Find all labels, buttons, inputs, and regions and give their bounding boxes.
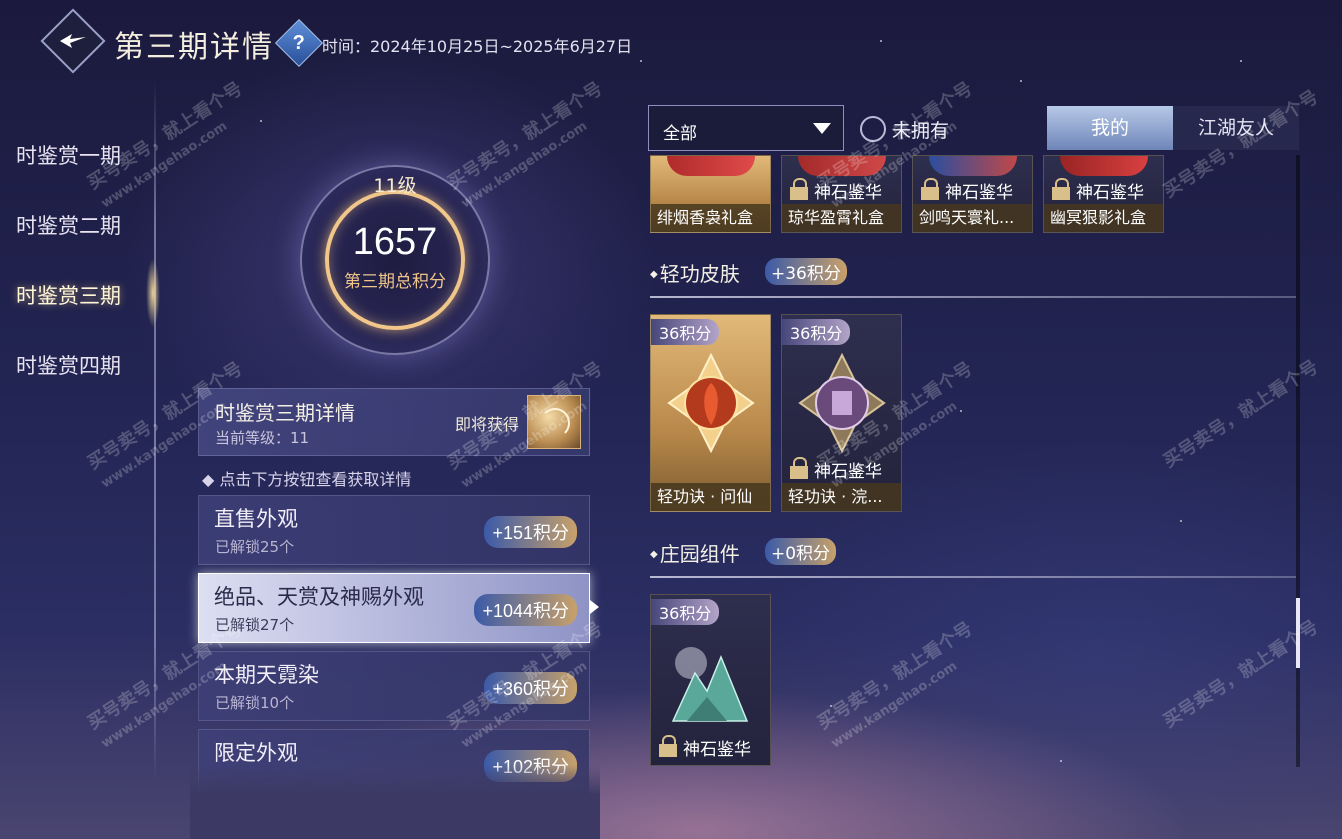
scrollbar-thumb[interactable] [1296,598,1300,668]
category-unlocked: 已解锁10个 [215,694,295,712]
lock-icon [1052,178,1070,200]
soon-label: 即将获得 [454,415,519,434]
category-row-direct-sale[interactable]: 直售外观 已解锁25个 +151积分 [198,495,590,565]
category-name: 本期天霓染 [214,663,319,687]
section-title-text: 庄园组件 [659,542,740,566]
hint-text: ◆ 点击下方按钮查看获取详情 [202,470,412,489]
detail-title: 时鉴赏三期详情 [215,401,355,425]
item-card[interactable]: 36积分 神石鉴华 轻功诀 · 浣... [781,314,902,512]
phase-detail-card[interactable]: 时鉴赏三期详情 当前等级：11 即将获得 [198,388,590,456]
selected-arrow-icon [590,600,599,614]
chevron-down-icon [813,123,831,134]
item-art [1060,156,1148,176]
item-name: 琼华盈霄礼盒 [782,204,901,232]
category-points: +1044积分 [474,594,577,626]
back-button[interactable] [40,8,106,74]
watermark-url: www.kangehao.com [828,658,961,752]
item-source: 神石鉴华 [945,183,1013,203]
list-fade [190,765,600,839]
category-unlocked: 已解锁27个 [215,616,295,634]
period-text: 时间：2024年10月25日~2025年6月27日 [322,37,633,56]
qinggong-emblem-icon [667,353,755,453]
category-row-dye[interactable]: 本期天霓染 已解锁10个 +360积分 [198,651,590,721]
unowned-radio[interactable] [860,116,886,142]
item-source: 神石鉴华 [683,740,751,760]
category-name: 绝品、天赏及神赐外观 [214,585,424,609]
question-icon[interactable]: ? [274,18,324,68]
scrollbar-track[interactable] [1296,155,1300,767]
item-card[interactable]: 绯烟香袅礼盒 [650,155,771,233]
total-score: 1657 [352,221,438,263]
item-points-tag: 36积分 [651,599,720,625]
item-name: 剑鸣天寰礼... [913,204,1032,232]
category-name: 直售外观 [214,507,298,531]
item-points-tag: 36积分 [782,319,851,345]
lock-icon [790,178,808,200]
item-card[interactable]: 神石鉴华 幽冥狠影礼盒 [1043,155,1164,233]
section-divider [650,296,1296,298]
item-source: 神石鉴华 [814,183,882,203]
unowned-label: 未拥有 [892,120,950,142]
item-source: 神石鉴华 [1076,183,1144,203]
manor-component-icon [671,647,749,722]
filter-dropdown[interactable]: 全部 [648,105,844,151]
category-points: +151积分 [484,516,577,548]
item-points-tag: 36积分 [651,319,720,345]
item-card[interactable]: 36积分 轻功诀 · 问仙 [650,314,771,512]
category-name: 限定外观 [214,741,298,765]
watermark: 买号卖号，就上看个号 www.kangehao.com [812,615,989,752]
active-nav-glow [146,258,160,328]
category-row-premium[interactable]: 绝品、天赏及神赐外观 已解锁27个 +1044积分 [198,573,590,643]
upcoming-reward-icon[interactable] [527,395,581,449]
lock-icon [790,457,808,479]
category-unlocked: 已解锁25个 [215,538,295,556]
item-art [667,156,755,176]
section-title-qinggong: ◆ 轻功皮肤 [650,262,740,286]
item-name: 绯烟香袅礼盒 [651,204,770,232]
nav-item-phase-2[interactable]: 时鉴赏二期 [16,210,121,240]
watermark-text: 买号卖号，就上看个号 [813,618,977,734]
qinggong-emblem-icon [798,353,886,453]
filter-value: 全部 [663,124,697,144]
level-ring: 11级 1657 第三期总积分 [300,165,490,355]
item-card[interactable]: 36积分 神石鉴华 [650,594,771,766]
item-art [798,156,886,176]
category-points: +360积分 [484,672,577,704]
tab-mine[interactable]: 我的 [1047,106,1173,150]
item-card[interactable]: 神石鉴华 琼华盈霄礼盒 [781,155,902,233]
nav-divider [154,80,156,780]
score-caption: 第三期总积分 [344,272,446,292]
tab-friends[interactable]: 江湖友人 [1173,106,1299,150]
item-name: 轻功诀 · 问仙 [651,483,770,511]
item-card[interactable]: 神石鉴华 剑鸣天寰礼... [912,155,1033,233]
section-title-text: 轻功皮肤 [659,262,740,286]
section-points: +0积分 [765,538,837,565]
nav-item-phase-1[interactable]: 时鉴赏一期 [16,140,121,170]
nav-item-phase-3[interactable]: 时鉴赏三期 [16,280,121,310]
lock-icon [921,178,939,200]
lock-icon [659,735,677,757]
section-title-manor: ◆ 庄园组件 [650,542,740,566]
page-title: 第三期详情 [114,30,274,65]
section-points: +36积分 [765,258,847,285]
nav-item-phase-4[interactable]: 时鉴赏四期 [16,350,121,380]
item-art [929,156,1017,176]
item-source: 神石鉴华 [814,462,882,482]
current-level-text: 当前等级：11 [215,429,310,447]
hint-label: 点击下方按钮查看获取详情 [219,470,412,489]
item-name: 幽冥狠影礼盒 [1044,204,1163,232]
back-arrow-icon [60,34,86,48]
item-name: 轻功诀 · 浣... [782,483,901,511]
watermark-text: 买号卖号，就上看个号 [83,78,247,194]
level-label: 11级 [373,175,417,197]
section-divider [650,576,1296,578]
